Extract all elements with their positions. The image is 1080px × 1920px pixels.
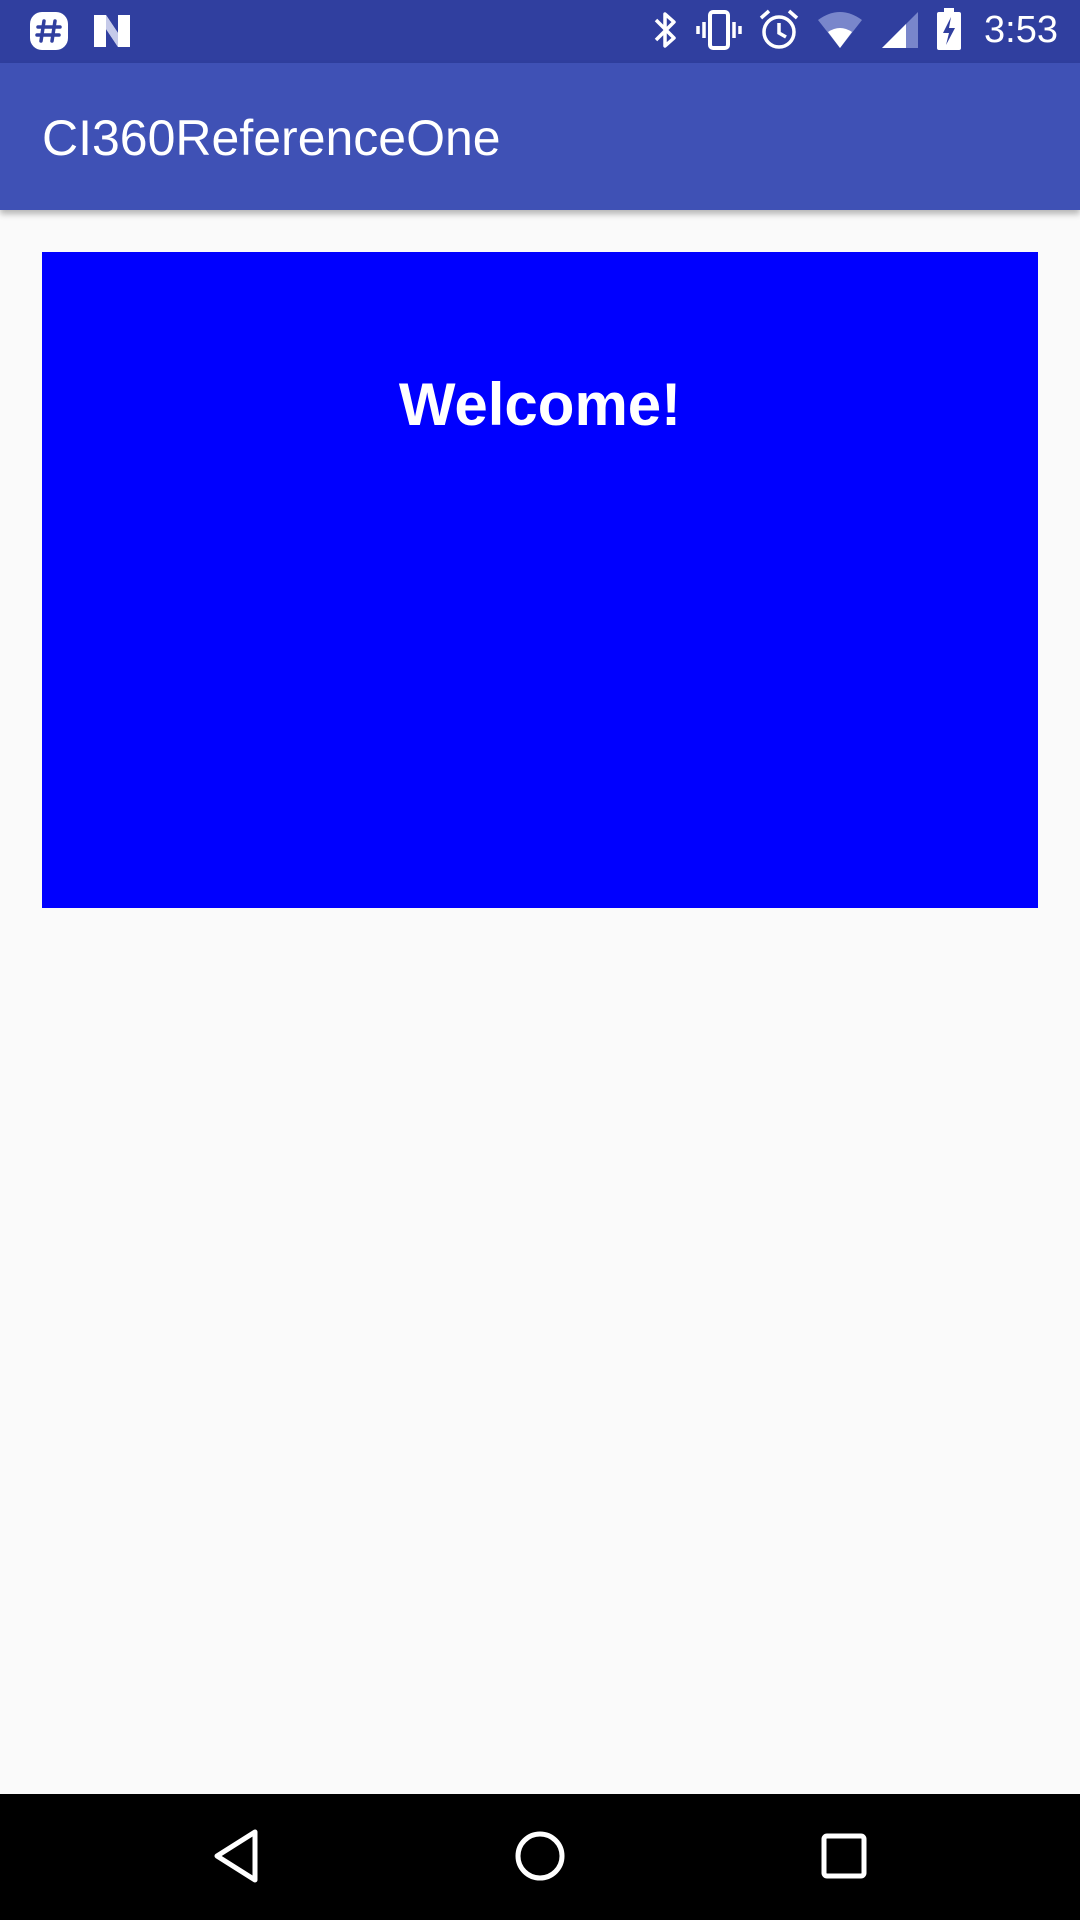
vibrate-icon bbox=[696, 8, 742, 52]
status-bar-system: 3:53 bbox=[652, 8, 1058, 52]
recents-icon bbox=[820, 1832, 868, 1885]
welcome-title: Welcome! bbox=[398, 371, 682, 438]
app-title: CI360ReferenceOne bbox=[42, 110, 501, 166]
status-bar: 3:53 bbox=[0, 0, 1080, 63]
alarm-icon bbox=[758, 8, 800, 52]
back-icon bbox=[211, 1828, 261, 1889]
home-icon bbox=[513, 1829, 567, 1888]
recents-button[interactable] bbox=[812, 1826, 876, 1890]
status-bar-notifications bbox=[28, 10, 132, 52]
welcome-banner: Welcome! bbox=[42, 252, 1038, 908]
battery-charging-icon bbox=[936, 8, 962, 52]
navigation-bar bbox=[0, 1794, 1080, 1920]
back-button[interactable] bbox=[204, 1826, 268, 1890]
cell-signal-icon bbox=[880, 10, 920, 50]
bluetooth-icon bbox=[652, 8, 680, 52]
home-button[interactable] bbox=[508, 1826, 572, 1890]
app-bar: CI360ReferenceOne bbox=[0, 63, 1080, 210]
n-icon bbox=[92, 13, 132, 49]
wifi-icon bbox=[816, 10, 864, 50]
slack-icon bbox=[28, 10, 70, 52]
status-bar-clock: 3:53 bbox=[984, 8, 1058, 51]
